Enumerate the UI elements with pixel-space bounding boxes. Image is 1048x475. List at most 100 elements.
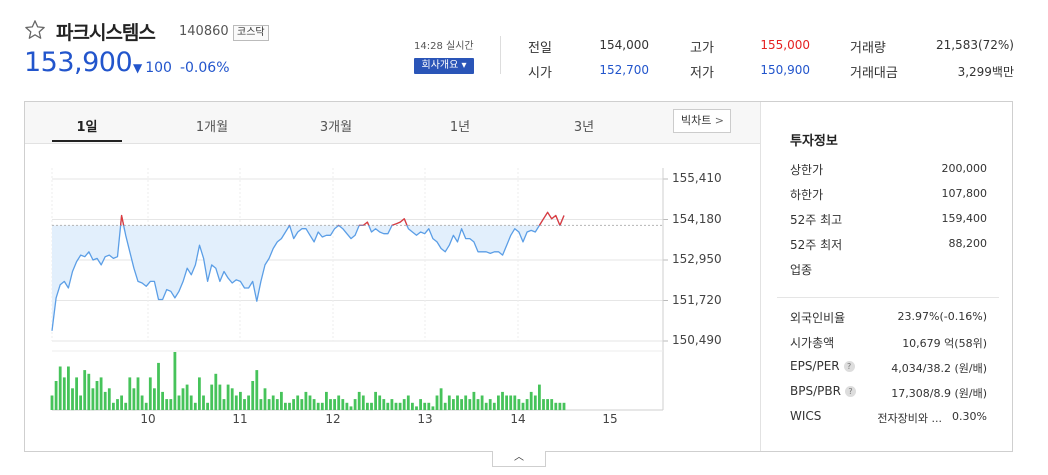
volume-bar bbox=[50, 395, 54, 410]
info-value: 17,308/8.9 (원/배) bbox=[891, 387, 987, 400]
volume-bar bbox=[443, 402, 447, 411]
volume-bar bbox=[165, 399, 169, 410]
info-value: 107,800 bbox=[941, 187, 988, 200]
volume-bar bbox=[341, 399, 345, 410]
volume-bar bbox=[234, 395, 238, 410]
wics-label: WICS bbox=[790, 409, 822, 423]
volume-bar bbox=[382, 399, 386, 410]
volume-bar bbox=[501, 391, 504, 410]
intraday-chart bbox=[50, 168, 668, 411]
volume-bar bbox=[394, 402, 398, 411]
volume-bar bbox=[468, 399, 472, 410]
volume-bar bbox=[480, 395, 484, 410]
chevron-up-icon: ︿ bbox=[514, 452, 524, 463]
volume-bar bbox=[406, 395, 410, 410]
volume-bar bbox=[87, 373, 91, 411]
volume-bar bbox=[452, 399, 455, 410]
volume-bar bbox=[374, 391, 377, 410]
volume-bar bbox=[411, 402, 414, 411]
volume-bar bbox=[112, 402, 115, 411]
volume-bar bbox=[148, 377, 152, 410]
volume-bar bbox=[456, 395, 459, 410]
x-tick-label: 12 bbox=[325, 412, 341, 426]
info-label-text: BPS/PBR bbox=[790, 384, 841, 398]
volume-bar bbox=[275, 399, 279, 410]
volume-bar bbox=[472, 391, 476, 410]
volume-bar bbox=[361, 395, 365, 410]
volume-bar bbox=[312, 399, 316, 410]
volume-bar bbox=[284, 402, 287, 411]
volume-bar bbox=[54, 381, 58, 410]
volume-bar bbox=[435, 395, 439, 410]
volume-bar bbox=[181, 388, 185, 411]
y-tick-label: 154,180 bbox=[672, 212, 722, 226]
volume-bar bbox=[550, 399, 554, 410]
volume-bar bbox=[513, 395, 517, 410]
volume-bar bbox=[415, 406, 418, 410]
volume-bar bbox=[304, 391, 308, 410]
info-label-text: EPS/PER bbox=[790, 359, 840, 373]
volume-bar bbox=[116, 399, 119, 410]
volume-bar bbox=[140, 395, 144, 410]
volume-bar bbox=[419, 399, 422, 410]
info-value: 4,034/38.2 (원/배) bbox=[891, 362, 987, 375]
volume-bar bbox=[300, 399, 304, 410]
volume-bar bbox=[427, 402, 431, 411]
help-icon[interactable]: ? bbox=[843, 361, 855, 372]
volume-bar bbox=[267, 399, 271, 410]
volume-bar bbox=[91, 388, 95, 411]
volume-bar bbox=[128, 377, 132, 410]
volume-bar bbox=[292, 399, 295, 410]
volume-bar bbox=[226, 384, 230, 410]
volume-bar bbox=[320, 402, 324, 411]
volume-bar bbox=[398, 402, 402, 411]
info-label: 하한가 bbox=[790, 188, 824, 202]
volume-bar bbox=[402, 399, 406, 410]
y-tick-label: 155,410 bbox=[672, 171, 722, 185]
volume-bar bbox=[378, 395, 382, 410]
info-label: BPS/PBR? bbox=[790, 384, 856, 398]
info-label: 상한가 bbox=[790, 163, 824, 177]
volume-bar bbox=[243, 399, 246, 410]
expand-toggle-button[interactable]: ︿ bbox=[492, 451, 546, 467]
volume-bar bbox=[103, 391, 107, 410]
help-icon[interactable]: ? bbox=[844, 386, 856, 397]
volume-bar bbox=[120, 395, 123, 410]
volume-bar bbox=[230, 388, 234, 411]
info-label: 52주 최저 bbox=[790, 238, 843, 252]
info-label: 외국인비율 bbox=[790, 309, 845, 326]
investment-info-title: 투자정보 bbox=[790, 134, 838, 149]
x-tick-label: 14 bbox=[510, 412, 526, 426]
volume-bar bbox=[509, 395, 513, 410]
volume-bar bbox=[554, 402, 558, 411]
volume-bar bbox=[99, 377, 103, 410]
info-label: 52주 최고 bbox=[790, 213, 843, 227]
volume-bar bbox=[239, 391, 242, 410]
wics-sector[interactable]: 전자장비와 ... bbox=[877, 410, 942, 426]
volume-bar bbox=[492, 402, 496, 411]
volume-bar bbox=[488, 399, 492, 410]
info-value: 200,000 bbox=[941, 162, 988, 175]
x-tick-label: 11 bbox=[232, 412, 248, 426]
x-tick-label: 10 bbox=[140, 412, 156, 426]
volume-bar bbox=[349, 406, 353, 410]
volume-bar bbox=[185, 384, 189, 410]
y-tick-label: 152,950 bbox=[672, 252, 722, 266]
volume-bar bbox=[464, 395, 468, 410]
volume-bar bbox=[390, 399, 394, 410]
volume-bar bbox=[95, 381, 99, 410]
volume-bar bbox=[517, 399, 521, 410]
volume-bar bbox=[542, 399, 545, 410]
volume-bar bbox=[562, 402, 566, 411]
volume-bar bbox=[533, 395, 537, 410]
volume-bar bbox=[173, 352, 177, 410]
volume-bar bbox=[136, 377, 140, 410]
info-separator bbox=[777, 297, 999, 298]
volume-bar bbox=[193, 402, 197, 411]
info-label: 시가총액 bbox=[790, 334, 834, 351]
volume-bar bbox=[447, 395, 451, 410]
info-label-text: 외국인비율 bbox=[790, 311, 846, 325]
volume-bar bbox=[357, 391, 361, 410]
volume-bar bbox=[316, 402, 320, 411]
volume-bar bbox=[169, 399, 173, 410]
